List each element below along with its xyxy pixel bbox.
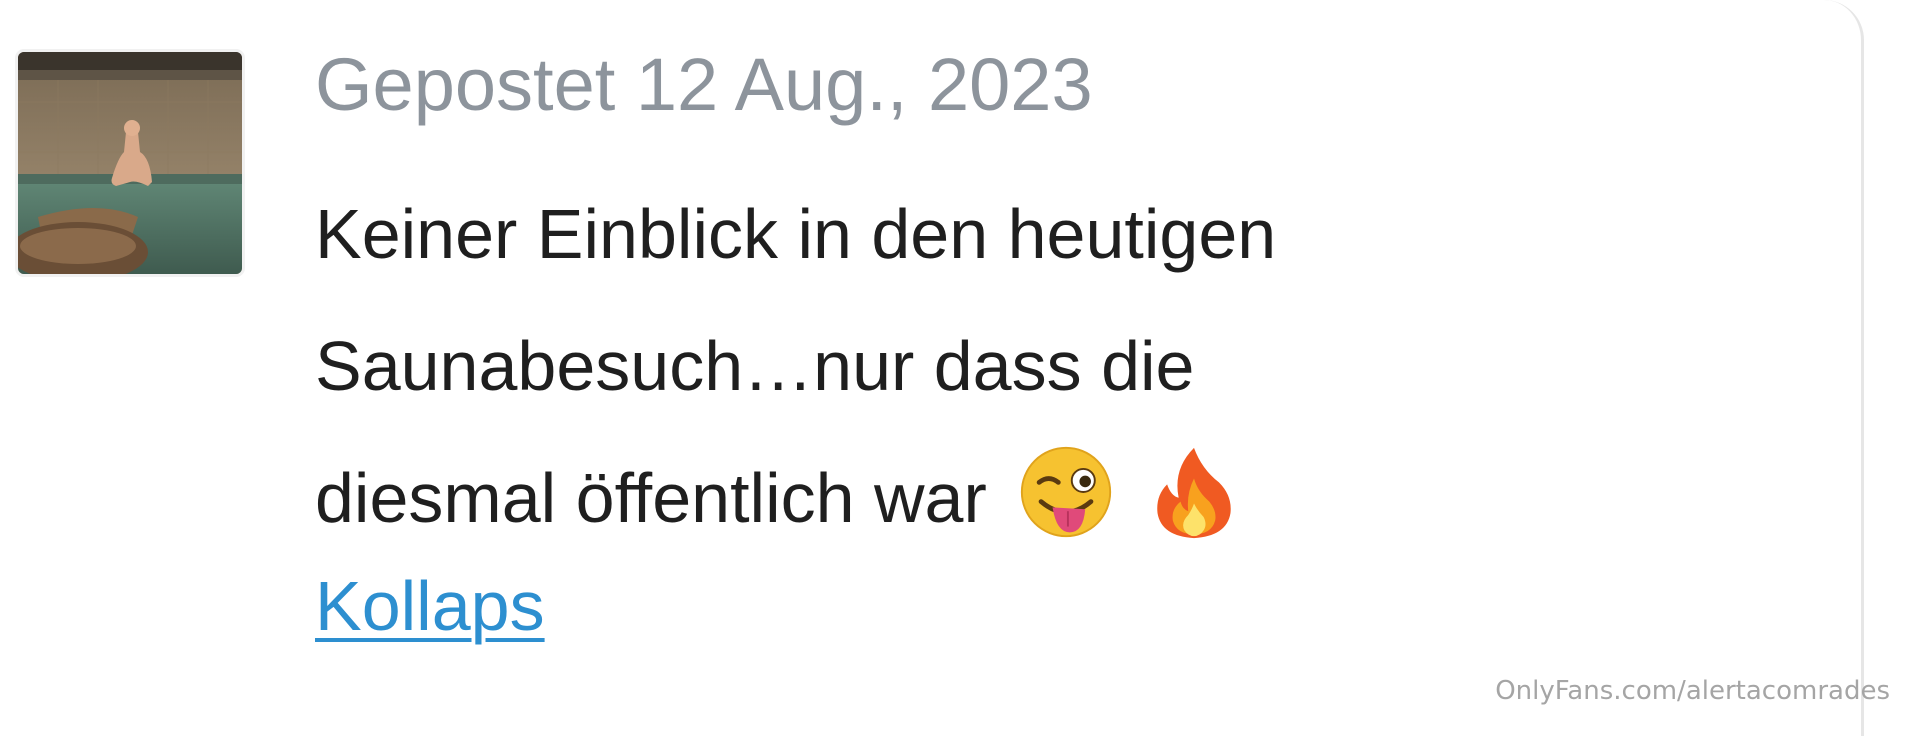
post-card: Gepostet 12 Aug., 2023 Keiner Einblick i… (0, 0, 1864, 736)
winking-tongue-emoji-icon (1021, 446, 1112, 538)
post-thumbnail[interactable] (18, 52, 242, 274)
fire-emoji-icon (1156, 447, 1231, 539)
post-text-line-with-emoji: diesmal öffentlich war (315, 432, 1615, 564)
watermark-text: OnlyFans.com/alertacomrades (1495, 676, 1890, 706)
post-date: Gepostet 12 Aug., 2023 (315, 43, 1093, 126)
collapse-link[interactable]: Kollaps (315, 566, 545, 646)
post-text-line: Keiner Einblick in den heutigen (315, 195, 1277, 273)
post-text-line: Saunabesuch…nur dass die (315, 327, 1195, 405)
sauna-photo-image (18, 52, 242, 274)
post-body: Keiner Einblick in den heutigen Saunabes… (315, 168, 1615, 564)
post-text-line: diesmal öffentlich war (315, 459, 987, 537)
